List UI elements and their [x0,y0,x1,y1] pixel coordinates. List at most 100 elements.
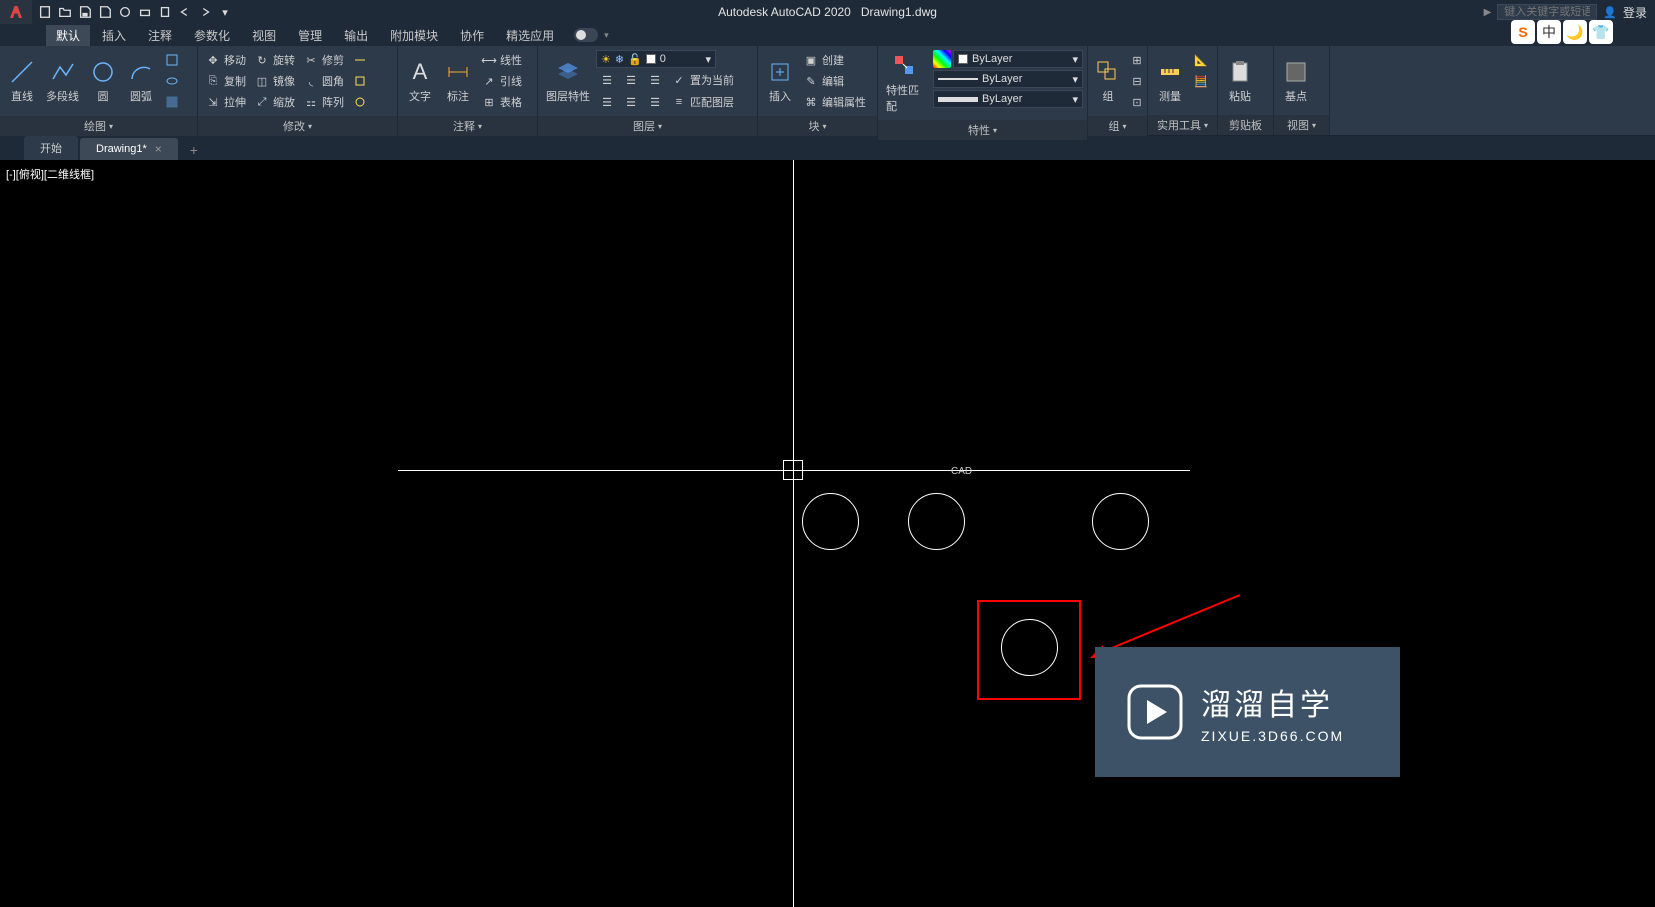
menu-annotate[interactable]: 注释 [138,25,182,46]
close-tab-icon[interactable]: × [155,142,162,156]
dim-button[interactable]: 标注 [440,50,476,112]
stretch-icon: ⇲ [205,94,221,110]
ime-skin-icon[interactable]: 👕 [1589,20,1613,44]
fillet-button[interactable]: ◟圆角 [300,71,347,91]
measure-button[interactable]: 测量 [1152,50,1188,111]
panel-properties: 特性匹配 ByLayer▾ ByLayer▾ ByLayer▾ 特性▾ [878,46,1088,135]
base-button[interactable]: 基点 [1278,50,1314,111]
menu-view[interactable]: 视图 [242,25,286,46]
rotate-button[interactable]: ↻旋转 [251,50,298,70]
crosshair-vertical [793,160,794,907]
fillet-icon: ◟ [303,73,319,89]
layerprops-button[interactable]: 图层特性 [542,50,594,112]
mirror-button[interactable]: ◫镜像 [251,71,298,91]
open-icon[interactable] [56,3,74,21]
matchprop-icon [891,52,919,80]
setcurrent-button[interactable]: ✓置为当前 [668,70,737,90]
menu-manage[interactable]: 管理 [288,25,332,46]
text-button[interactable]: A 文字 [402,50,438,112]
linetype-dropdown[interactable]: ByLayer▾ [933,90,1083,108]
line-icon [8,58,36,86]
paste-button[interactable]: 粘贴 [1222,50,1258,111]
menu-default[interactable]: 默认 [46,25,90,46]
editattr-button[interactable]: ⌘编辑属性 [800,92,869,112]
scale-icon: ⤢ [254,94,270,110]
trim-button[interactable]: ✂修剪 [300,50,347,70]
group-i3[interactable]: ⊡ [1126,92,1148,112]
undo-icon[interactable] [176,3,194,21]
dim-icon [444,58,472,86]
layer-i6[interactable]: ☰ [644,92,666,112]
layer-dropdown[interactable]: ☀ ❄ 🔓 0 ▾ [596,50,716,68]
color-wheel-icon[interactable] [933,50,951,68]
saveas-icon[interactable] [96,3,114,21]
canvas-text: CAD [951,466,972,477]
lineweight-dropdown[interactable]: ByLayer▾ [933,70,1083,88]
paste-icon [1226,58,1254,86]
layer-i2[interactable]: ☰ [620,70,642,90]
layer-i4[interactable]: ☰ [596,92,618,112]
insert-button[interactable]: 插入 [762,50,798,112]
mod-i2[interactable] [349,71,371,91]
layer-i5[interactable]: ☰ [620,92,642,112]
login-button[interactable]: 登录 [1623,4,1647,21]
panel-modify: ✥移动 ⎘复制 ⇲拉伸 ↻旋转 ◫镜像 ⤢缩放 ✂修剪 ◟圆角 ⚏阵列 修改▾ [198,46,398,135]
menu-parametric[interactable]: 参数化 [184,25,240,46]
group-i1[interactable]: ⊞ [1126,50,1148,70]
qat-dropdown-icon[interactable]: ▾ [216,3,234,21]
draw-btn1[interactable] [161,50,183,70]
viewport-label[interactable]: [-][俯视][二维线框] [6,166,94,182]
menu-featured[interactable]: 精选应用 [496,25,564,46]
edit-button[interactable]: ✎编辑 [800,71,869,91]
freeze-icon: ❄ [615,53,624,66]
util-i1[interactable]: 📐 [1190,50,1212,70]
redo-icon[interactable] [196,3,214,21]
leader-button[interactable]: ↗引线 [478,71,525,91]
copy-icon: ⎘ [205,73,221,89]
scale-button[interactable]: ⤢缩放 [251,92,298,112]
menu-toggle[interactable] [574,28,598,42]
signin-icon[interactable]: 👤 [1603,6,1617,19]
circle-button[interactable]: 圆 [85,50,121,112]
stretch-button[interactable]: ⇲拉伸 [202,92,249,112]
menu-addins[interactable]: 附加模块 [380,25,448,46]
copy-button[interactable]: ⎘复制 [202,71,249,91]
matchprop-button[interactable]: 特性匹配 [882,50,927,116]
color-dropdown[interactable]: ByLayer▾ [953,50,1083,68]
draw-btn3[interactable] [161,92,183,112]
menu-insert[interactable]: 插入 [92,25,136,46]
add-tab-button[interactable]: + [180,140,208,160]
tab-drawing1[interactable]: Drawing1* × [80,138,178,160]
tab-start[interactable]: 开始 [24,136,78,160]
util-i2[interactable]: 🧮 [1190,71,1212,91]
app-logo[interactable] [0,0,32,24]
array-button[interactable]: ⚏阵列 [300,92,347,112]
ime-dark-icon[interactable]: 🌙 [1563,20,1587,44]
create-button[interactable]: ▣创建 [800,50,869,70]
table-button[interactable]: ⊞表格 [478,92,525,112]
matchlayer-button[interactable]: ≡匹配图层 [668,92,737,112]
group-i2[interactable]: ⊟ [1126,71,1148,91]
linear-button[interactable]: ⟷线性 [478,50,525,70]
menu-output[interactable]: 输出 [334,25,378,46]
menu-collaborate[interactable]: 协作 [450,25,494,46]
ime-sogou-icon[interactable]: S [1511,20,1535,44]
mod-i1[interactable] [349,50,371,70]
polyline-button[interactable]: 多段线 [42,50,83,112]
print-icon[interactable] [156,3,174,21]
layer-i3[interactable]: ☰ [644,70,666,90]
drawing-area[interactable]: [-][俯视][二维线框] CAD 溜溜自学 ZIXUE.3D66.COM [0,160,1655,907]
plot-icon[interactable] [136,3,154,21]
web-icon[interactable] [116,3,134,21]
draw-btn2[interactable] [161,71,183,91]
layer-i1[interactable]: ☰ [596,70,618,90]
move-button[interactable]: ✥移动 [202,50,249,70]
new-icon[interactable] [36,3,54,21]
ime-lang-icon[interactable]: 中 [1537,20,1561,44]
arc-button[interactable]: 圆弧 [123,50,159,112]
save-icon[interactable] [76,3,94,21]
group-button[interactable]: 组 [1092,50,1124,112]
line-button[interactable]: 直线 [4,50,40,112]
mod-i3[interactable] [349,92,371,112]
search-input[interactable] [1497,4,1597,20]
